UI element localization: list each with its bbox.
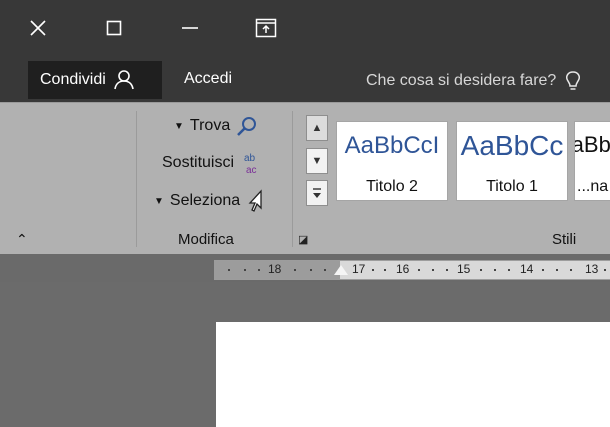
cursor-arrow-icon [248, 189, 262, 212]
ruler-tick [508, 269, 510, 271]
style-heading-1[interactable]: AaBbCc Titolo 1 [456, 121, 568, 201]
editing-group-label: Modifica [178, 231, 234, 248]
ruler-tick [384, 269, 386, 271]
horizontal-ruler[interactable]: 18 17 16 15 14 13 [214, 260, 610, 280]
ruler-tick [570, 269, 572, 271]
select-label: Seleziona [169, 192, 241, 209]
ruler-tick [418, 269, 420, 271]
svg-text:ac: ac [246, 165, 257, 175]
minimize-button[interactable] [152, 6, 228, 50]
gallery-scroll-down[interactable]: ▼ [306, 148, 328, 174]
replace-label: Sostituisci [162, 154, 235, 171]
gallery-scroll-up[interactable]: ▲ [306, 115, 328, 141]
ruler-number: 14 [520, 262, 534, 276]
select-dropdown-icon: ▼ [154, 195, 164, 207]
ribbon-display-options-button[interactable] [228, 6, 304, 50]
styles-dialog-launcher-icon[interactable]: ◪ [298, 233, 308, 246]
ruler-number: 17 [352, 262, 366, 276]
gallery-more-button[interactable] [306, 180, 328, 206]
find-button[interactable]: ▼ Trova [174, 115, 258, 137]
ruler-tick [258, 269, 260, 271]
style-preview: AaBbCcDc [575, 132, 610, 157]
svg-text:ab: ab [244, 153, 256, 164]
indent-marker[interactable] [334, 265, 348, 275]
ruler-tick [480, 269, 482, 271]
style-heading-2[interactable]: AaBbCcI Titolo 2 [336, 121, 448, 201]
ruler-tick [446, 269, 448, 271]
restore-button[interactable] [76, 6, 152, 50]
ruler-number: 16 [396, 262, 410, 276]
ruler-number: 13 [585, 262, 599, 276]
find-dropdown-icon: ▼ [174, 120, 184, 132]
ruler-tick [324, 269, 326, 271]
document-page[interactable] [216, 322, 610, 427]
style-name: ...na [577, 178, 609, 195]
lightbulb-icon [566, 71, 581, 90]
ruler-tick [604, 269, 606, 271]
select-button[interactable]: ▼ Seleziona [154, 189, 266, 213]
separator [292, 111, 293, 247]
tell-me-placeholder: Che cosa si desidera fare? [366, 72, 557, 89]
ruler-tick [244, 269, 246, 271]
restore-icon [106, 20, 122, 36]
separator [136, 111, 137, 247]
minimize-icon [182, 27, 198, 29]
tell-me-search[interactable]: Che cosa si desidera fare? [366, 70, 582, 92]
ruler-tick [372, 269, 374, 271]
magnifier-icon [237, 117, 257, 136]
ruler-tick [556, 269, 558, 271]
ruler-tick [310, 269, 312, 271]
ruler-tick [494, 269, 496, 271]
style-name: Titolo 1 [486, 178, 538, 195]
style-preview: AaBbCcI [344, 132, 440, 159]
find-label: Trova [189, 117, 231, 134]
close-button[interactable] [0, 6, 76, 50]
replace-icon: ab ac [244, 153, 257, 175]
ruler-tick [294, 269, 296, 271]
ruler-tick [542, 269, 544, 271]
ribbon: ⌃ ▼ Trova Sostituisci ab ac ▼ Seleziona … [0, 102, 610, 254]
style-preview: AaBbCc [460, 130, 564, 161]
expand-gallery-icon [313, 188, 321, 198]
share-label: Condividi [40, 71, 106, 88]
account-bar: Condividi Accedi Che cosa si desidera fa… [0, 58, 610, 102]
title-bar [0, 0, 610, 58]
ribbon-display-options-icon [255, 18, 277, 38]
share-button[interactable]: Condividi [28, 61, 162, 99]
ruler-number: 15 [457, 262, 471, 276]
style-partial[interactable]: AaBbCcDc ...na [574, 121, 610, 201]
ruler-tick [228, 269, 230, 271]
style-name: Titolo 2 [366, 178, 418, 195]
person-icon [114, 70, 134, 90]
ruler-tick [432, 269, 434, 271]
collapse-ribbon-icon[interactable]: ⌃ [16, 231, 28, 248]
login-link[interactable]: Accedi [184, 70, 232, 88]
ruler-number: 18 [268, 262, 282, 276]
replace-button[interactable]: Sostituisci ab ac [162, 151, 262, 175]
close-icon [30, 20, 46, 36]
styles-group-label: Stili [552, 231, 577, 248]
